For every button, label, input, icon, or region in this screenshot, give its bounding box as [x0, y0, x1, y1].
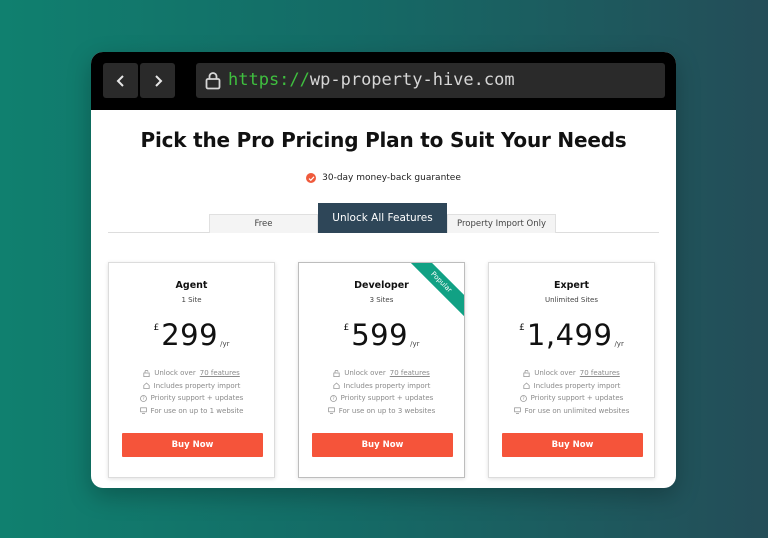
guarantee-note: 30-day money-back guarantee — [91, 173, 676, 183]
feature-usage-text: For use on unlimited websites — [524, 406, 630, 415]
unlock-icon — [523, 369, 530, 377]
forward-button[interactable] — [140, 63, 175, 98]
browser-toolbar: https://wp-property-hive.com — [91, 52, 676, 110]
feature-support-text: Priority support + updates — [530, 394, 624, 403]
feature-usage: For use on up to 1 website — [109, 405, 274, 418]
plan-sites: Unlimited Sites — [544, 296, 599, 304]
check-circle-icon — [306, 173, 317, 183]
feature-unlock-text: Unlock over — [344, 369, 386, 378]
url-scheme: https:// — [228, 70, 310, 90]
plan-sites: 1 Site — [181, 296, 202, 304]
feature-usage-text: For use on up to 1 website — [150, 406, 244, 415]
unlock-icon — [333, 369, 340, 377]
feature-list: Unlock over 70 features Includes propert… — [109, 367, 274, 417]
monitor-icon — [139, 407, 147, 415]
feature-import-text: Includes property import — [343, 381, 431, 390]
house-icon — [523, 382, 530, 390]
plan-sites: 3 Sites — [369, 296, 394, 304]
plan-name: Developer — [354, 280, 409, 291]
help-circle-icon: ? — [139, 394, 147, 402]
feature-unlock-text: Unlock over — [534, 369, 576, 378]
pricing-page: Pick the Pro Pricing Plan to Suit Your N… — [91, 110, 676, 488]
chevron-right-icon — [154, 74, 162, 87]
url-text[interactable]: https://wp-property-hive.com — [228, 70, 515, 91]
browser-window: https://wp-property-hive.com Pick the Pr… — [91, 52, 676, 488]
feature-unlock: Unlock over 70 features — [299, 367, 464, 380]
currency-symbol: £ — [153, 323, 160, 333]
feature-support-text: Priority support + updates — [340, 394, 434, 403]
feature-list: Unlock over 70 features Includes propert… — [299, 367, 464, 417]
plan-card-agent: Agent 1 Site £ 299 /yr Unlock over 70 fe… — [108, 262, 275, 478]
unlock-icon — [143, 369, 150, 377]
feature-import-text: Includes property import — [153, 381, 241, 390]
currency-symbol: £ — [343, 323, 350, 333]
lock-icon — [205, 72, 221, 90]
address-bar[interactable]: https://wp-property-hive.com — [196, 63, 665, 98]
feature-unlock: Unlock over 70 features — [109, 367, 274, 380]
house-icon — [333, 382, 340, 390]
chevron-left-icon — [116, 74, 124, 87]
feature-unlock: Unlock over 70 features — [489, 367, 654, 380]
feature-support: ? Priority support + updates — [299, 392, 464, 405]
monitor-icon — [513, 407, 521, 415]
plan-name: Expert — [553, 280, 590, 291]
features-link[interactable]: 70 features — [580, 369, 620, 377]
feature-import: Includes property import — [299, 380, 464, 393]
url-host: wp-property-hive.com — [309, 70, 515, 90]
buy-now-button[interactable]: Buy Now — [502, 433, 643, 457]
plan-price: £ 1,499 /yr — [489, 315, 654, 355]
plan-price: £ 599 /yr — [299, 315, 464, 355]
page-title: Pick the Pro Pricing Plan to Suit Your N… — [140, 128, 627, 152]
plan-card-expert: Expert Unlimited Sites £ 1,499 /yr Unloc… — [488, 262, 655, 478]
tab-free[interactable]: Free — [209, 214, 318, 233]
guarantee-text: 30-day money-back guarantee — [322, 173, 461, 183]
feature-import-text: Includes property import — [533, 381, 621, 390]
feature-support: ? Priority support + updates — [109, 392, 274, 405]
price-period: /yr — [220, 340, 230, 348]
feature-support-text: Priority support + updates — [150, 394, 244, 403]
help-circle-icon: ? — [519, 394, 527, 402]
plan-name: Agent — [175, 280, 208, 291]
feature-import: Includes property import — [489, 380, 654, 393]
monitor-icon — [327, 407, 335, 415]
buy-now-button[interactable]: Buy Now — [122, 433, 263, 457]
feature-usage: For use on up to 3 websites — [299, 405, 464, 418]
plan-price: £ 299 /yr — [109, 315, 274, 355]
features-link[interactable]: 70 features — [390, 369, 430, 377]
back-button[interactable] — [103, 63, 138, 98]
price-period: /yr — [410, 340, 420, 348]
house-icon — [143, 382, 150, 390]
price-amount: 1,499 — [526, 318, 613, 352]
feature-usage-text: For use on up to 3 websites — [338, 406, 436, 415]
feature-usage: For use on unlimited websites — [489, 405, 654, 418]
price-period: /yr — [614, 340, 624, 348]
currency-symbol: £ — [519, 323, 525, 333]
features-link[interactable]: 70 features — [200, 369, 240, 377]
feature-list: Unlock over 70 features Includes propert… — [489, 367, 654, 417]
tab-property-import-only[interactable]: Property Import Only — [447, 214, 556, 233]
plan-card-developer: Popular Developer 3 Sites £ 599 /yr Unlo… — [298, 262, 465, 478]
feature-unlock-text: Unlock over — [154, 369, 196, 378]
feature-import: Includes property import — [109, 380, 274, 393]
buy-now-button[interactable]: Buy Now — [312, 433, 453, 457]
help-circle-icon: ? — [329, 394, 337, 402]
feature-support: ? Priority support + updates — [489, 392, 654, 405]
tab-unlock-all-features[interactable]: Unlock All Features — [318, 203, 447, 233]
price-amount: 299 — [161, 318, 219, 352]
price-amount: 599 — [351, 318, 409, 352]
